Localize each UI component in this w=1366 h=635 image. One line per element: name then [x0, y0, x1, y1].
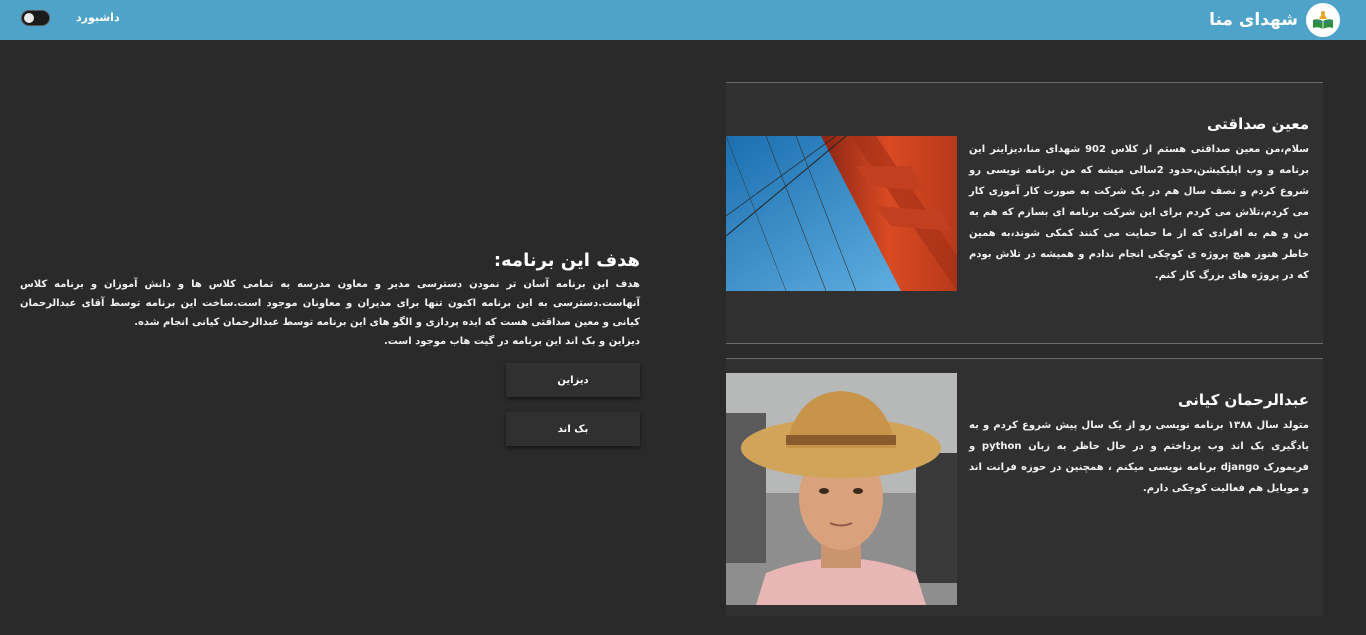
- brand-title: شهدای منا: [1209, 10, 1298, 30]
- toggle-knob: [24, 13, 34, 23]
- goal-description: هدف این برنامه آسان تر نمودن دسترسی مدیر…: [20, 279, 640, 328]
- school-logo-icon: [1306, 3, 1340, 37]
- goal-title: هدف این برنامه:: [493, 250, 640, 271]
- brand[interactable]: شهدای منا: [1209, 3, 1340, 37]
- github-note: دیزاین و بک اند این برنامه در گیت هاب مو…: [383, 336, 640, 347]
- developer-name: معین صداقتی: [1206, 115, 1309, 133]
- card-body: معین صداقتی سلام،من معین صداقتی هستم از …: [969, 115, 1309, 286]
- backend-button[interactable]: بک اند: [506, 412, 640, 446]
- developer-card-abdolrahman: عبدالرحمان کیانی متولد سال ۱۳۸۸ برنامه ن…: [726, 358, 1323, 616]
- program-goal-section: هدف این برنامه: هدف این برنامه آسان تر ن…: [20, 250, 640, 351]
- developer-card-moein: معین صداقتی سلام،من معین صداقتی هستم از …: [726, 82, 1323, 344]
- developer-name: عبدالرحمان کیانی: [1178, 391, 1309, 409]
- design-button[interactable]: دیزاین: [506, 363, 640, 397]
- bridge-photo: [726, 136, 957, 291]
- developer-bio: متولد سال ۱۳۸۸ برنامه نویسی رو از یک سال…: [969, 420, 1309, 494]
- dark-mode-toggle[interactable]: [21, 10, 50, 26]
- card-body: عبدالرحمان کیانی متولد سال ۱۳۸۸ برنامه ن…: [969, 391, 1309, 499]
- top-navbar: شهدای منا داشبورد: [0, 0, 1366, 40]
- nav-dashboard-link[interactable]: داشبورد: [76, 11, 120, 24]
- developer-portrait-photo: [726, 373, 957, 605]
- developer-bio: سلام،من معین صداقتی هستم از کلاس 902 شهد…: [969, 144, 1309, 281]
